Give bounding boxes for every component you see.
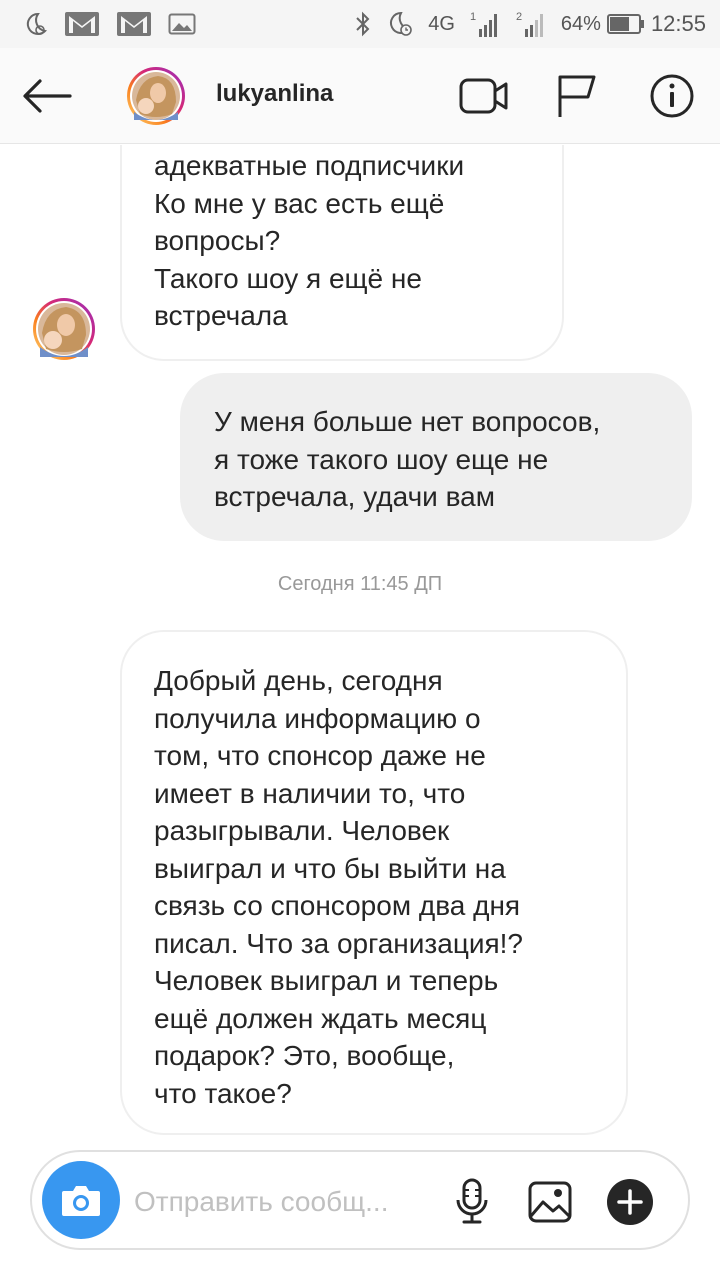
battery-percent: 64% bbox=[560, 12, 601, 35]
sender-avatar[interactable] bbox=[32, 297, 96, 361]
gallery-icon bbox=[528, 1181, 572, 1223]
alarm-moon-icon bbox=[386, 10, 414, 38]
voice-message-button[interactable] bbox=[448, 1178, 496, 1226]
plus-icon bbox=[607, 1179, 653, 1225]
message-timestamp: Сегодня 11:45 ДП bbox=[277, 573, 443, 595]
signal-sim1-icon: 1 bbox=[469, 9, 501, 39]
message-thread[interactable]: адекватные подписчики Ко мне у вас есть … bbox=[0, 145, 720, 1135]
do-not-disturb-icon bbox=[22, 11, 48, 37]
clock: 12:55 bbox=[650, 11, 706, 36]
gallery-button[interactable] bbox=[526, 1178, 574, 1226]
incoming-message[interactable]: адекватные подписчики Ко мне у вас есть … bbox=[120, 145, 564, 361]
dm-screen: 4G 1 2 64% 12:55 lukyanlina адекватные п… bbox=[0, 0, 720, 1280]
more-actions-button[interactable] bbox=[606, 1178, 654, 1226]
avatar[interactable] bbox=[126, 66, 186, 126]
status-bar: 4G 1 2 64% 12:55 bbox=[0, 0, 720, 48]
incoming-message[interactable]: Добрый день, сегодня получила информацию… bbox=[120, 630, 628, 1135]
bluetooth-icon bbox=[354, 10, 372, 38]
gmail-icon bbox=[116, 10, 152, 38]
battery-icon bbox=[606, 13, 645, 35]
svg-text:2: 2 bbox=[516, 11, 522, 23]
camera-icon bbox=[62, 1186, 100, 1216]
flag-icon bbox=[558, 75, 596, 117]
status-right: 4G 1 2 64% 12:55 bbox=[340, 9, 706, 39]
info-button[interactable] bbox=[646, 72, 698, 120]
video-call-button[interactable] bbox=[458, 72, 510, 120]
message-composer bbox=[30, 1150, 690, 1250]
gmail-icon bbox=[64, 10, 100, 38]
back-arrow-icon bbox=[23, 79, 72, 113]
conversation-header: lukyanlina bbox=[0, 48, 720, 144]
signal-sim2-icon: 2 bbox=[515, 9, 547, 39]
status-left bbox=[22, 10, 212, 38]
info-icon bbox=[650, 74, 694, 118]
camera-button[interactable] bbox=[42, 1161, 120, 1239]
microphone-icon bbox=[456, 1178, 488, 1224]
message-input[interactable] bbox=[134, 1180, 434, 1224]
network-type: 4G bbox=[428, 12, 455, 35]
outgoing-message[interactable]: У меня больше нет вопросов, я тоже таког… bbox=[180, 373, 692, 541]
image-notification-icon bbox=[168, 12, 196, 36]
svg-text:1: 1 bbox=[470, 11, 476, 23]
flag-button[interactable] bbox=[550, 72, 602, 120]
back-button[interactable] bbox=[20, 72, 76, 120]
video-call-icon bbox=[459, 78, 508, 114]
conversation-username[interactable]: lukyanlina bbox=[216, 80, 333, 108]
